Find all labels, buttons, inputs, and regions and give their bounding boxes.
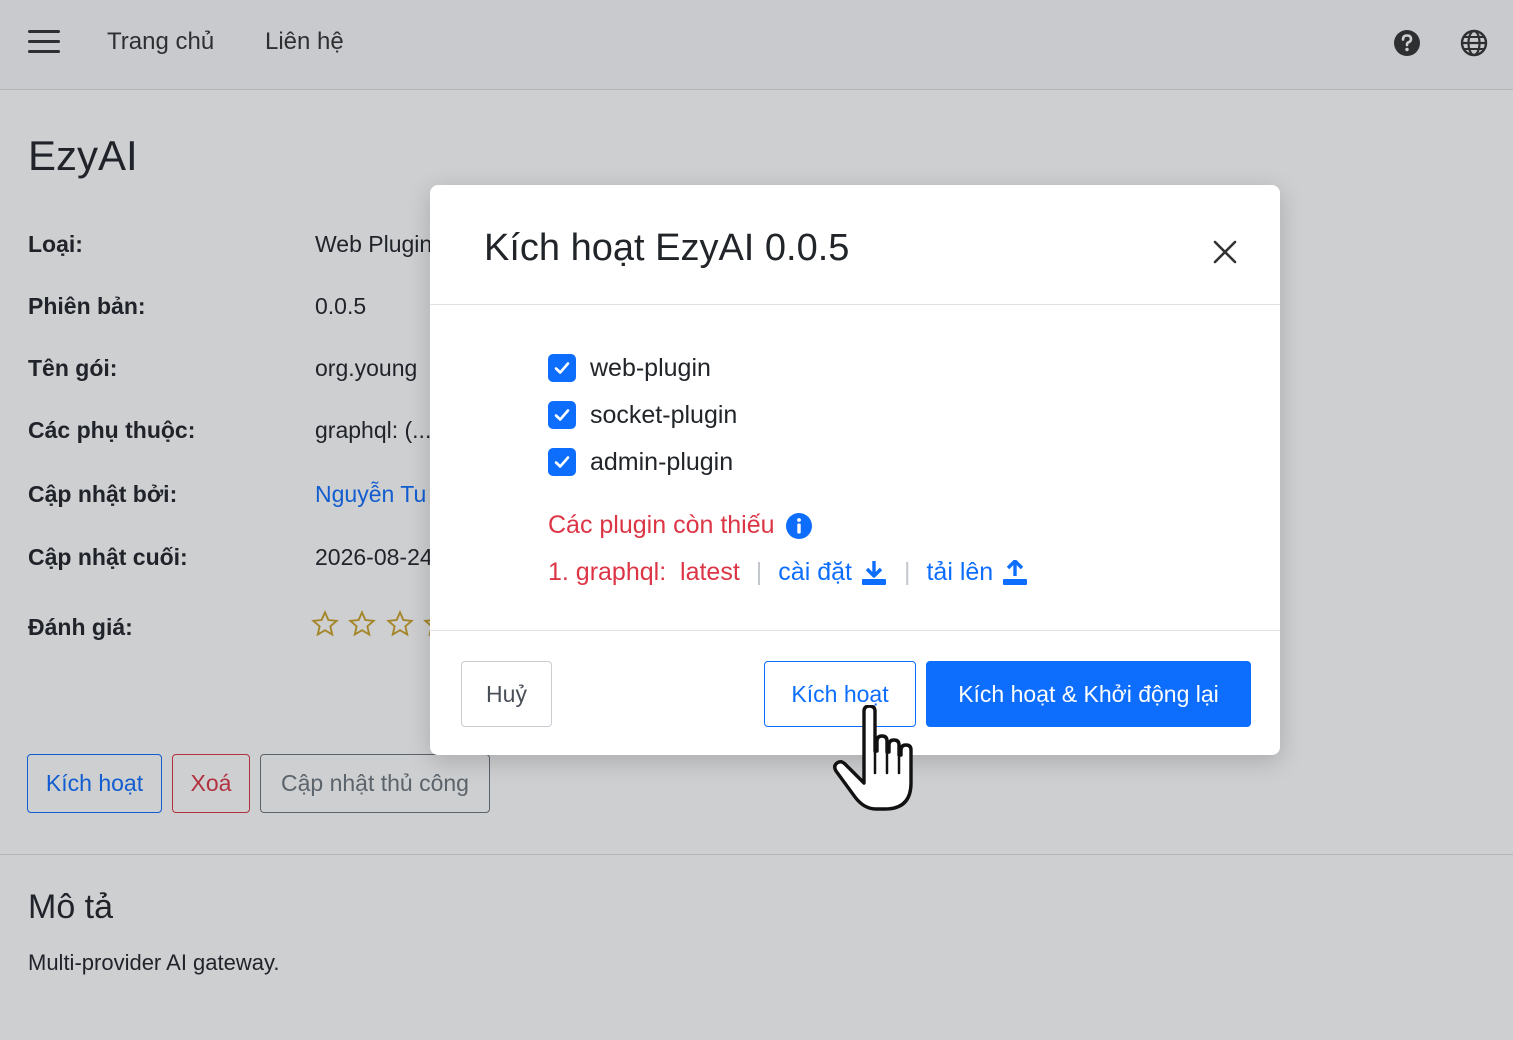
activate-modal: Kích hoạt EzyAI 0.0.5 web-plugin socket-… (430, 185, 1280, 755)
missing-plugins-label: Các plugin còn thiếu (548, 511, 775, 539)
checkbox-label[interactable]: admin-plugin (590, 448, 733, 477)
install-label[interactable]: cài đặt (778, 558, 852, 587)
modal-title: Kích hoạt EzyAI 0.0.5 (484, 227, 850, 269)
checkbox[interactable] (548, 401, 576, 429)
separator: | (903, 558, 911, 586)
download-icon[interactable] (860, 560, 888, 586)
checkbox[interactable] (548, 354, 576, 382)
missing-plugins-title: Các plugin còn thiếu (548, 511, 813, 540)
checkbox[interactable] (548, 448, 576, 476)
plugin-checkbox-row[interactable]: socket-plugin (548, 400, 737, 430)
activate-restart-button[interactable]: Kích hoạt & Khởi động lại (926, 661, 1251, 727)
checkbox-label[interactable]: web-plugin (590, 354, 711, 383)
install-link[interactable]: cài đặt (778, 558, 888, 587)
checkmark-icon (554, 362, 570, 374)
close-icon[interactable] (1210, 237, 1240, 267)
modal-activate-button[interactable]: Kích hoạt (764, 661, 916, 727)
plugin-checkbox-row[interactable]: admin-plugin (548, 447, 733, 477)
info-icon[interactable] (785, 512, 813, 540)
checkmark-icon (554, 456, 570, 468)
missing-plugin-name: 1. graphql: latest (548, 558, 740, 586)
modal-footer: Huỷ Kích hoạt Kích hoạt & Khởi động lại (430, 630, 1280, 755)
modal-header: Kích hoạt EzyAI 0.0.5 (430, 185, 1280, 305)
missing-plugin-row: 1. graphql: latest | cài đặt | tải lên (548, 558, 1029, 587)
checkbox-label[interactable]: socket-plugin (590, 401, 737, 430)
separator: | (755, 558, 763, 586)
upload-label[interactable]: tải lên (926, 558, 993, 587)
upload-icon[interactable] (1001, 559, 1029, 586)
checkmark-icon (554, 409, 570, 421)
cancel-button[interactable]: Huỷ (461, 661, 552, 727)
plugin-checkbox-row[interactable]: web-plugin (548, 353, 711, 383)
upload-link[interactable]: tải lên (926, 558, 1029, 587)
